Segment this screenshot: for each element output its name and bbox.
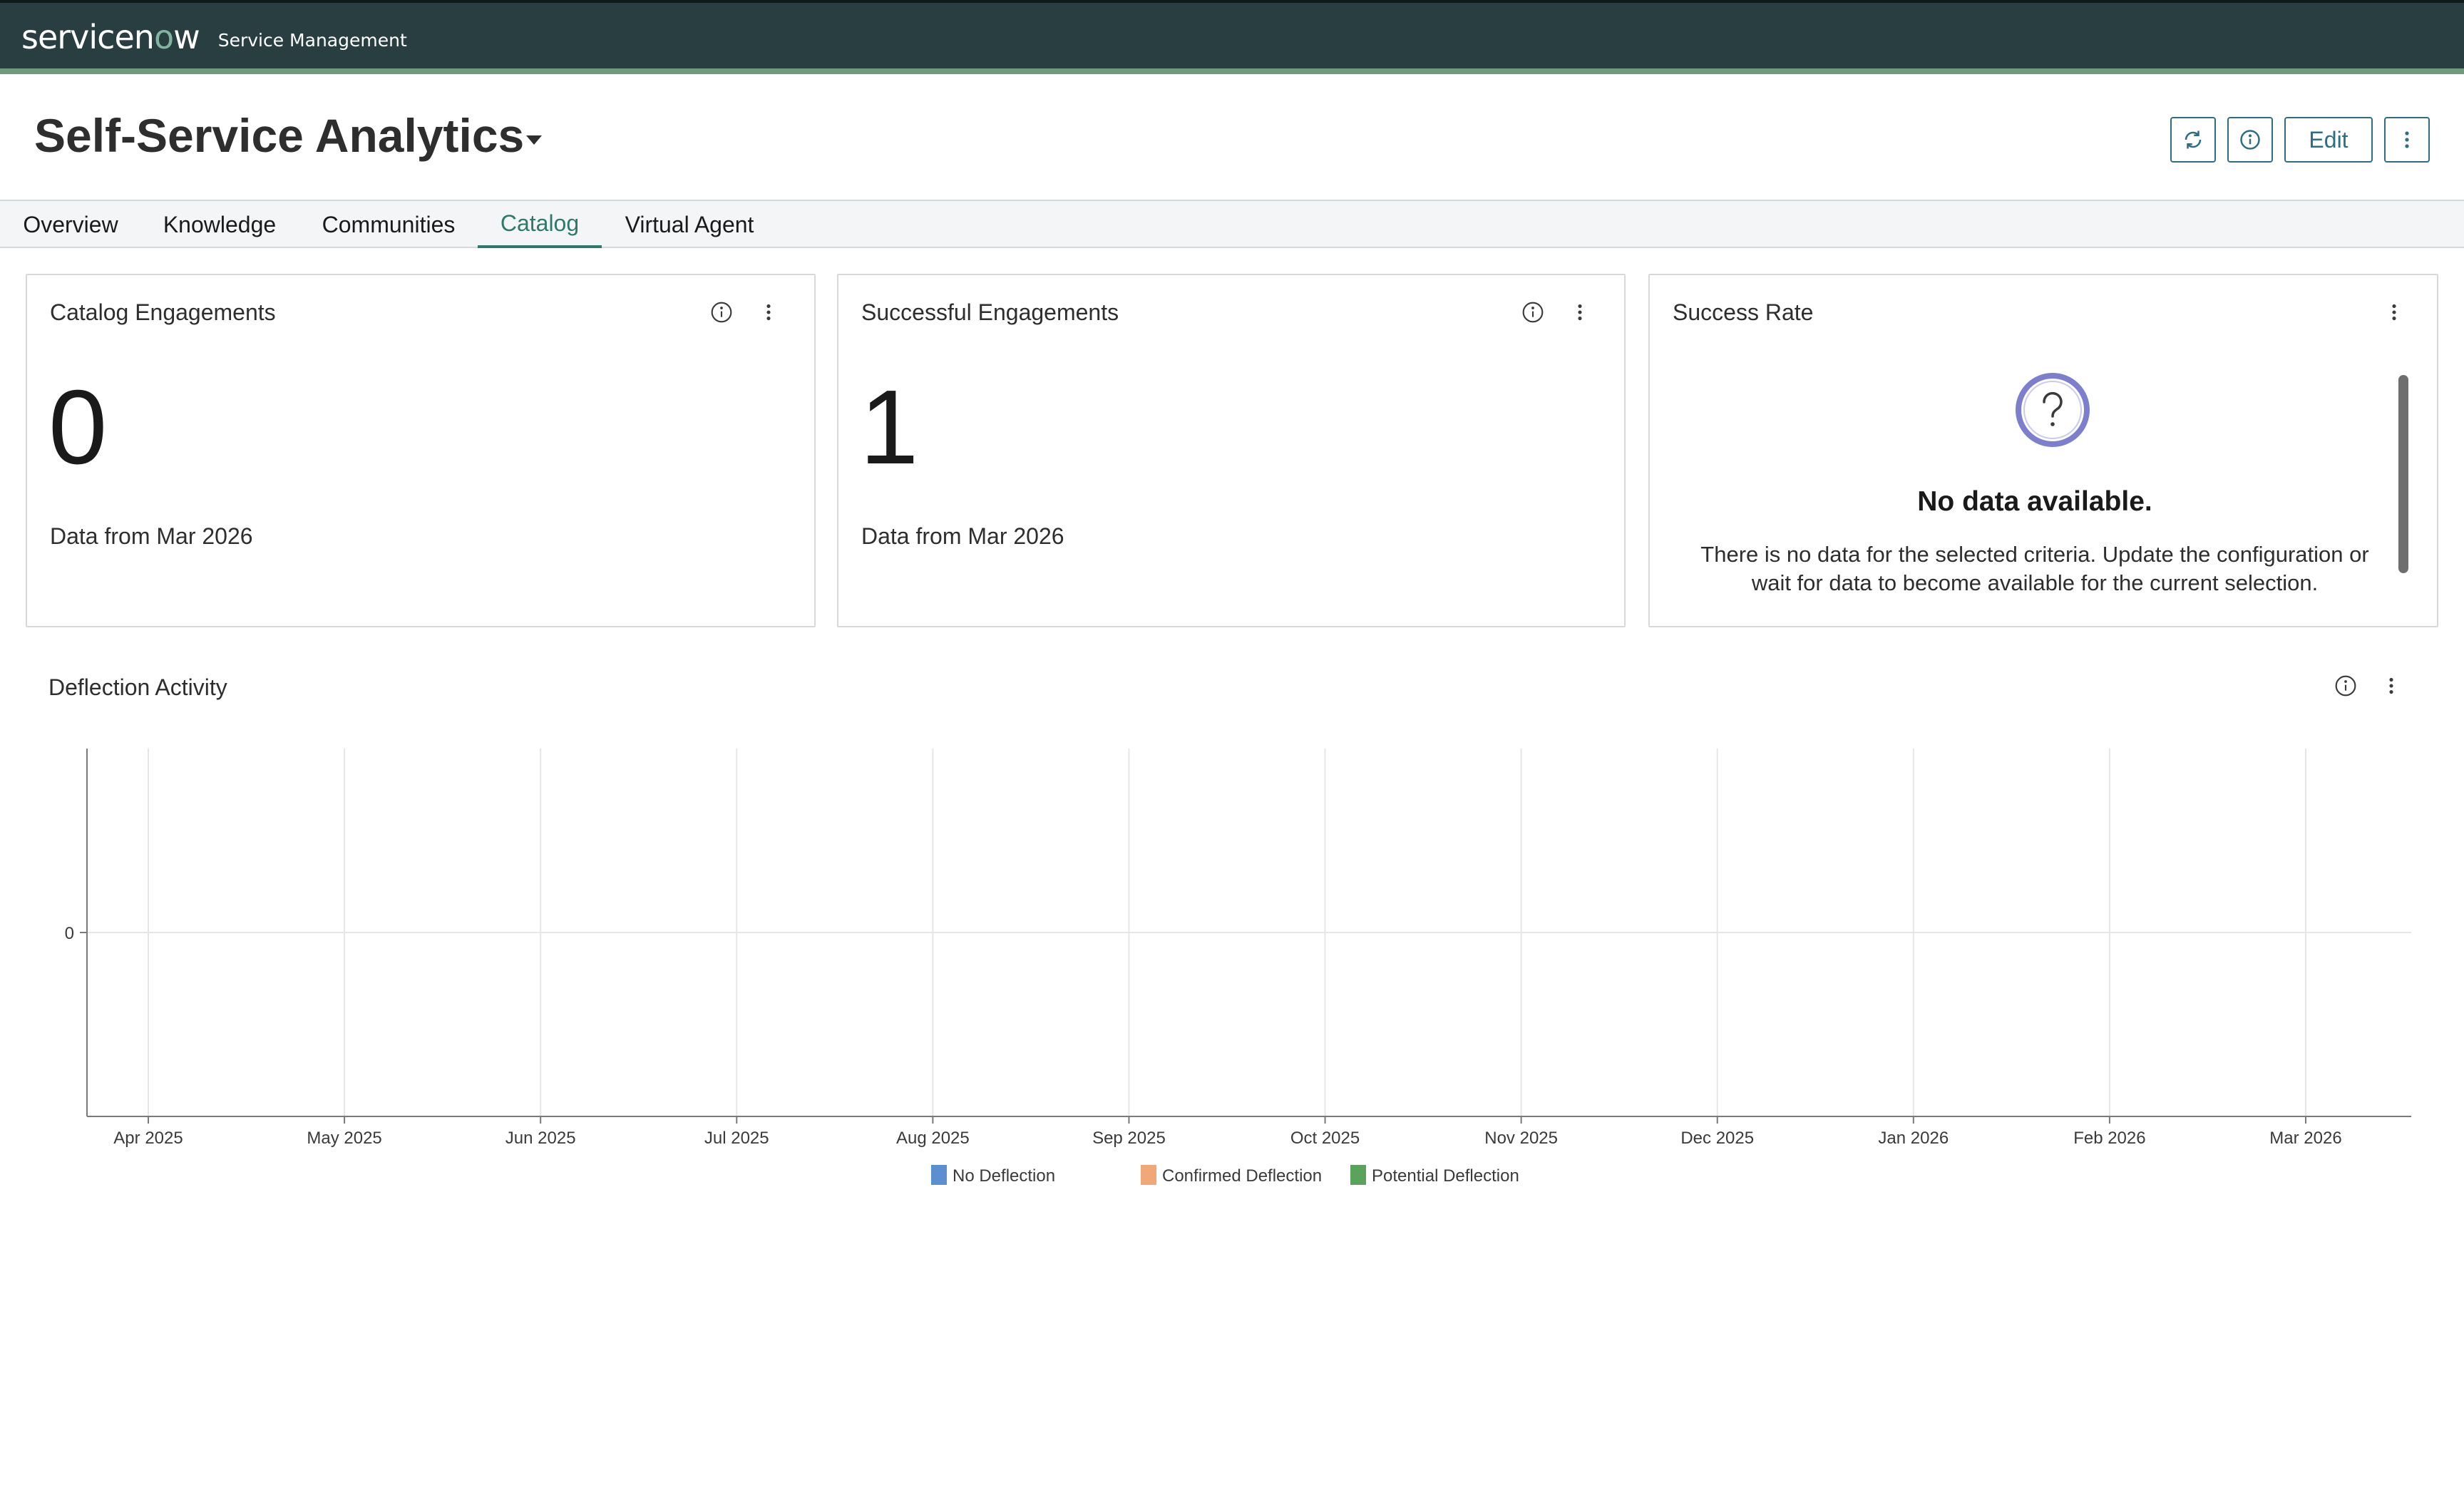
refresh-button[interactable] <box>2170 117 2216 163</box>
product-name: Service Management <box>217 29 407 51</box>
info-icon[interactable] <box>710 301 733 324</box>
x-tick-label: Sep 2025 <box>1092 1129 1166 1148</box>
x-tick-label: Jun 2025 <box>505 1129 576 1148</box>
refresh-icon <box>2185 130 2202 149</box>
tab-virtual-agent[interactable]: Virtual Agent <box>613 201 766 248</box>
legend-swatch <box>931 1165 947 1185</box>
deflection-activity-chart[interactable]: 0 Apr 2025 May 2025 Jun 2025 Jul 2025 Aug 202… <box>0 713 2464 1212</box>
tab-communities[interactable]: Communities <box>307 201 471 248</box>
top-navigation-bar: servicenow Service Management <box>0 0 2464 74</box>
chart-title: Deflection Activity <box>48 674 227 700</box>
catalog-engagements-card: Catalog Engagements 0 Data from Mar 2026 <box>26 274 816 627</box>
legend-swatch <box>1350 1165 1366 1185</box>
metric-value[interactable]: 0 <box>48 375 107 481</box>
info-icon[interactable] <box>2334 674 2357 697</box>
successful-engagements-card: Successful Engagements 1 Data from Mar 2… <box>837 274 1626 627</box>
more-options-button[interactable] <box>2384 117 2430 163</box>
edit-button[interactable]: Edit <box>2284 117 2373 163</box>
x-tick-label: Feb 2026 <box>2073 1129 2145 1148</box>
x-tick-label: Apr 2025 <box>113 1129 183 1148</box>
x-tick-label: Aug 2025 <box>896 1129 970 1148</box>
card-title: Successful Engagements <box>861 299 1119 325</box>
empty-state-title: No data available. <box>1917 486 2152 517</box>
question-mark-icon <box>2016 373 2090 447</box>
metric-period: Data from Mar 2026 <box>861 523 1064 549</box>
more-vertical-icon[interactable] <box>2387 301 2401 324</box>
metric-value[interactable]: 1 <box>860 375 918 481</box>
dashboard-tabs: Overview Knowledge Communities Catalog V… <box>0 200 2464 248</box>
x-tick-label: Nov 2025 <box>1484 1129 1558 1148</box>
card-scrollbar[interactable] <box>2398 375 2408 573</box>
metric-period: Data from Mar 2026 <box>50 523 253 549</box>
legend-label: Confirmed Deflection <box>1162 1166 1322 1186</box>
tab-overview[interactable]: Overview <box>9 201 133 248</box>
dashboard-header: Self-Service Analytics Edit <box>0 74 2464 200</box>
x-tick-label: Jul 2025 <box>704 1129 769 1148</box>
info-icon <box>2240 130 2260 150</box>
tab-knowledge[interactable]: Knowledge <box>151 201 288 248</box>
legend-label: Potential Deflection <box>1372 1166 1519 1186</box>
x-tick-label: Dec 2025 <box>1680 1129 1754 1148</box>
card-title: Catalog Engagements <box>50 299 276 325</box>
y-tick-label: 0 <box>65 924 74 943</box>
dashboard-info-button[interactable] <box>2227 117 2273 163</box>
x-tick-label: Oct 2025 <box>1290 1129 1360 1148</box>
success-rate-card: Success Rate No data available. There is… <box>1648 274 2438 627</box>
info-icon[interactable] <box>1521 301 1544 324</box>
card-title: Success Rate <box>1673 299 1814 325</box>
brand[interactable]: servicenow Service Management <box>21 16 407 58</box>
tab-catalog[interactable]: Catalog <box>478 201 602 248</box>
x-tick-label: Jan 2026 <box>1878 1129 1949 1148</box>
more-vertical-icon[interactable] <box>2384 674 2398 697</box>
more-vertical-icon[interactable] <box>1573 301 1587 324</box>
more-vertical-icon <box>2405 131 2409 148</box>
legend-label: No Deflection <box>953 1166 1055 1186</box>
x-tick-label: Mar 2026 <box>2269 1129 2341 1148</box>
more-vertical-icon[interactable] <box>761 301 776 324</box>
caret-down-icon[interactable] <box>526 135 542 145</box>
servicenow-logo: servicenow <box>21 18 200 56</box>
legend-swatch <box>1141 1165 1156 1185</box>
page-title[interactable]: Self-Service Analytics <box>34 108 524 163</box>
empty-state-message: There is no data for the selected criter… <box>1700 542 2369 595</box>
x-tick-label: May 2025 <box>307 1129 381 1148</box>
